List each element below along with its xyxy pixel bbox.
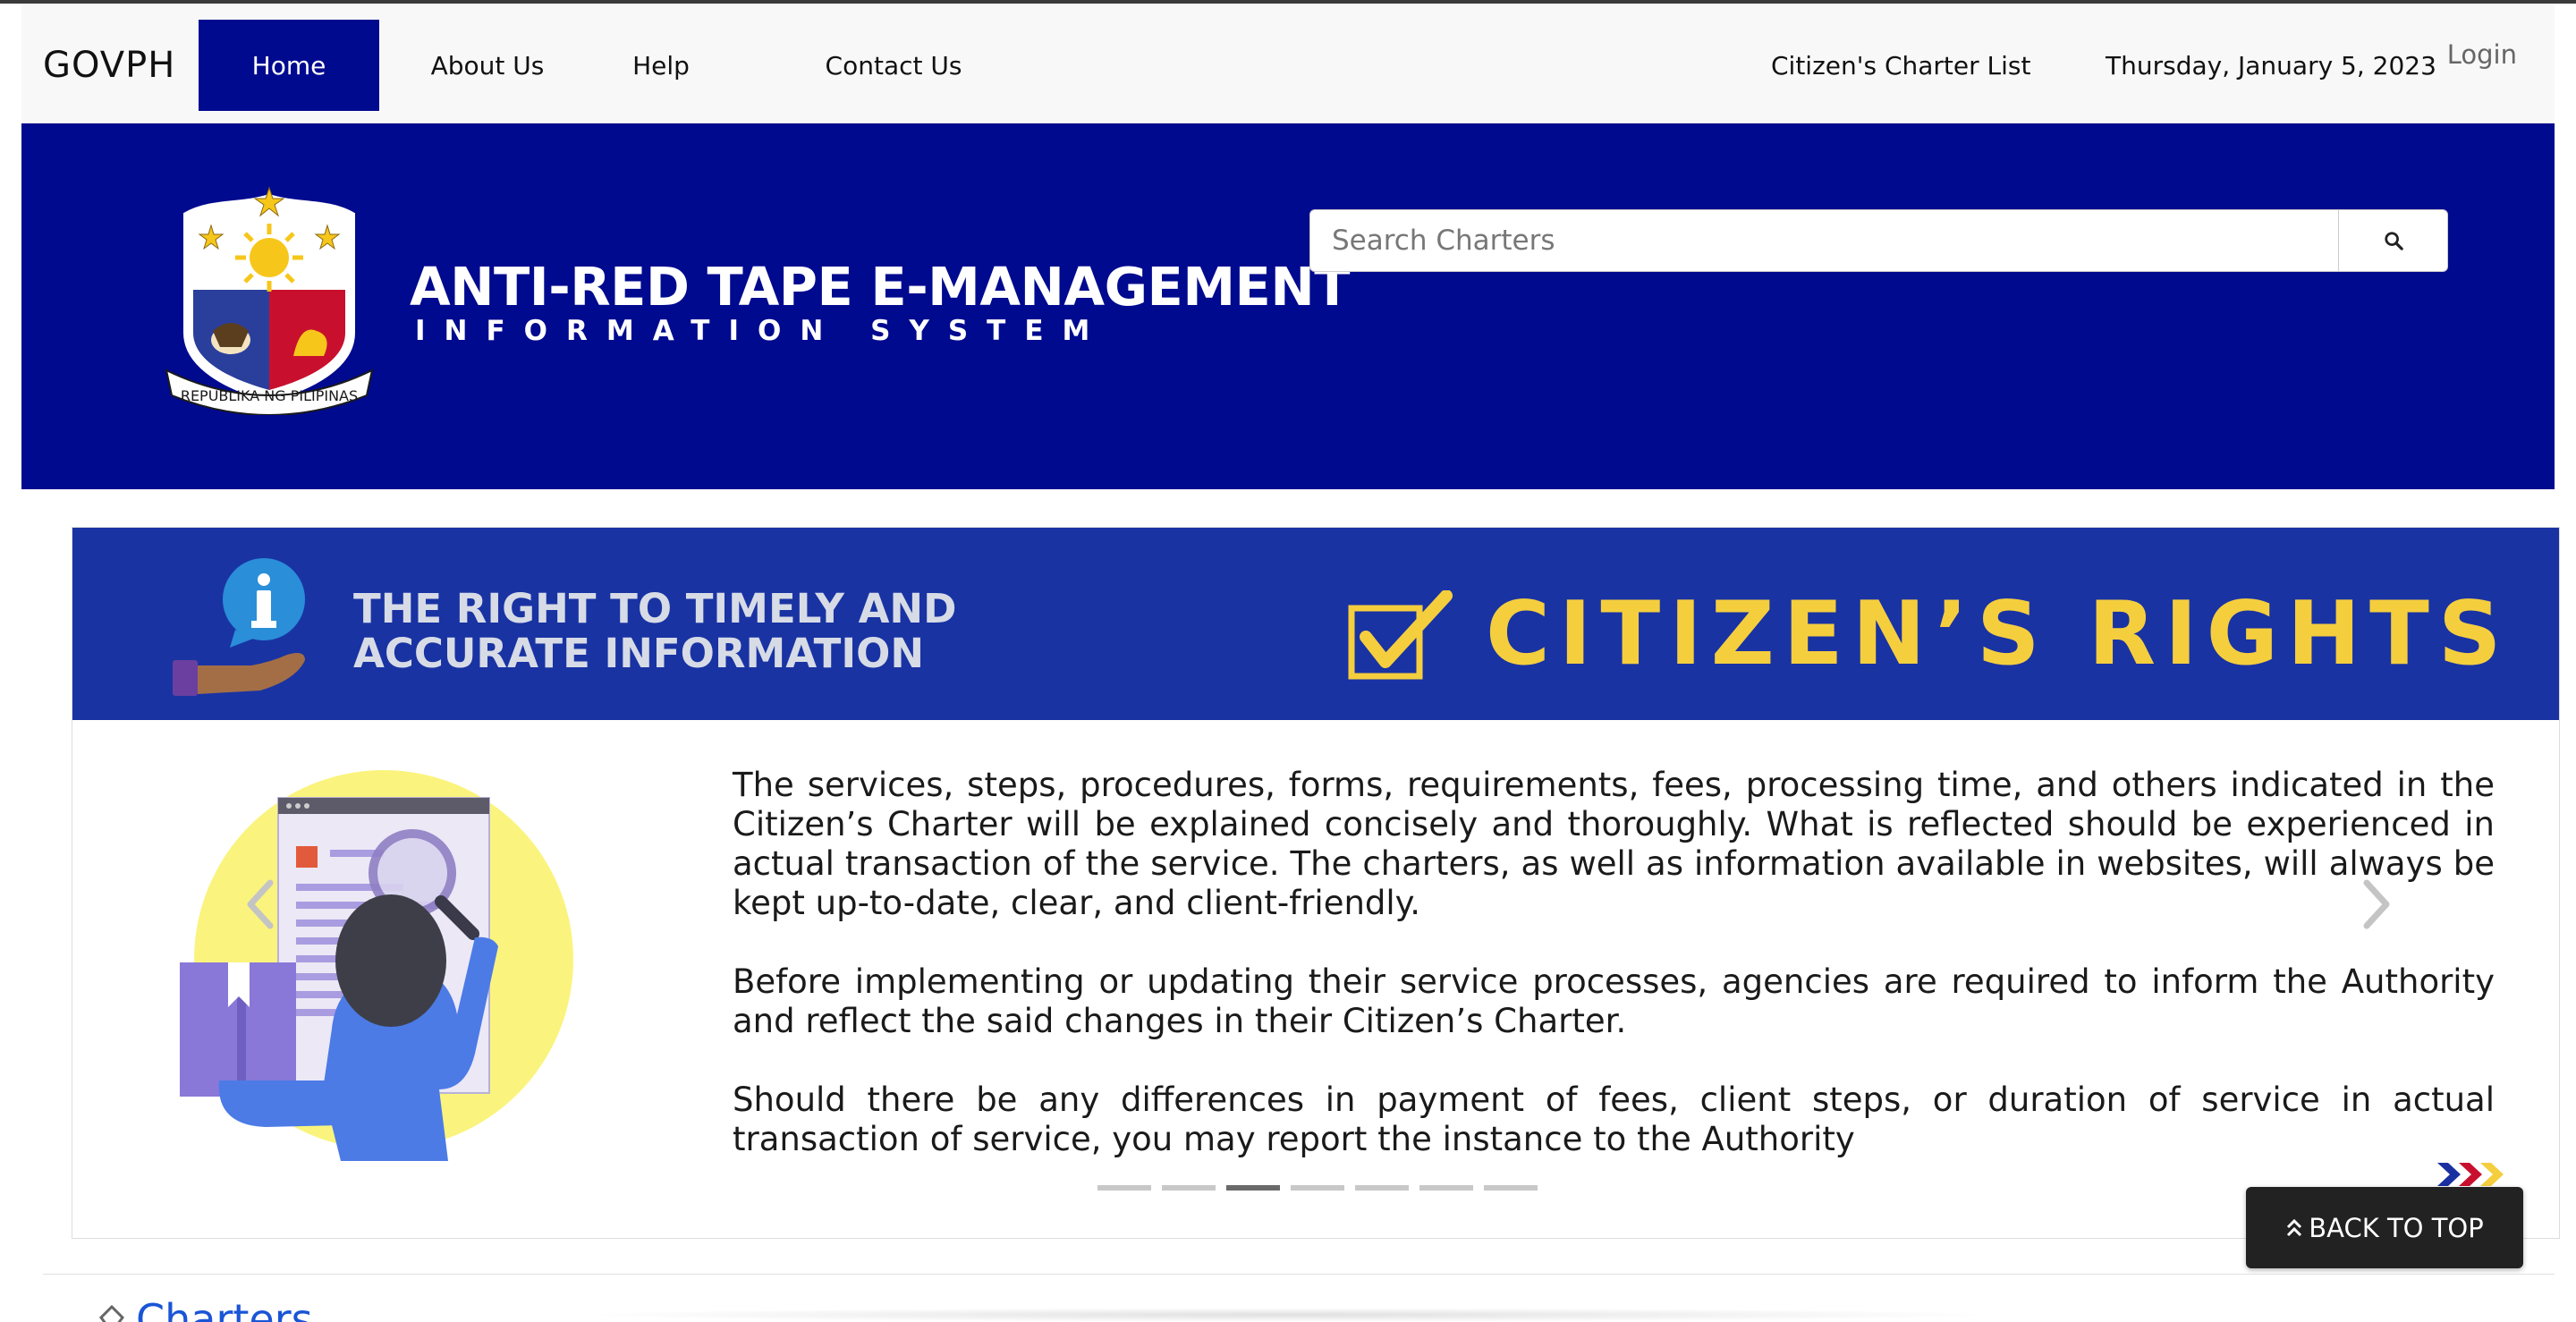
document-search-illustration (180, 770, 573, 1161)
carousel-indicator-1[interactable] (1097, 1185, 1151, 1191)
back-to-top-label: BACK TO TOP (2309, 1212, 2484, 1243)
search-button[interactable] (2339, 209, 2448, 272)
nav-home[interactable]: Home (199, 20, 379, 111)
carousel-indicator-4[interactable] (1291, 1185, 1344, 1191)
bottom-shadow (572, 1308, 2004, 1322)
carousel-indicators (1097, 1185, 1538, 1191)
chevron-left-icon (247, 879, 274, 929)
double-chevron-up-icon (2285, 1217, 2303, 1239)
back-to-top-button[interactable]: BACK TO TOP (2246, 1187, 2523, 1268)
carousel-next-button[interactable] (2350, 864, 2403, 945)
nav-charter-list[interactable]: Citizen's Charter List (1771, 20, 2030, 111)
slide-description: The services, steps, procedures, forms, … (733, 766, 2495, 1199)
carousel-prev-button[interactable] (233, 864, 287, 945)
charters-heading-label: Charters (136, 1295, 313, 1322)
citizens-rights-carousel: THE RIGHT TO TIMELY AND ACCURATE INFORMA… (72, 527, 2560, 1239)
site-header-banner: REPUBLIKA NG PILIPINAS ANTI-RED TAPE E-M… (21, 123, 2555, 489)
carousel-indicator-3[interactable] (1226, 1185, 1280, 1191)
charters-section-heading[interactable]: Charters (98, 1295, 313, 1322)
top-navbar: GOVPH Home About Us Help Contact Us Citi… (21, 4, 2555, 123)
info-hand-icon (173, 558, 305, 696)
chevron-right-icon (2363, 879, 2390, 929)
nav-help[interactable]: Help (594, 20, 728, 111)
login-link[interactable]: Login (2447, 39, 2517, 70)
nav-about-us[interactable]: About Us (397, 20, 578, 111)
tag-icon (99, 1304, 124, 1322)
search-input[interactable] (1309, 209, 2339, 272)
carousel-indicator-2[interactable] (1162, 1185, 1216, 1191)
carousel-indicator-5[interactable] (1355, 1185, 1409, 1191)
slide-paragraph-2: Before implementing or updating their se… (733, 962, 2495, 1040)
site-title: ANTI-RED TAPE E-MANAGEMENT (410, 256, 1350, 318)
carousel-indicator-6[interactable] (1419, 1185, 1473, 1191)
current-date: Thursday, January 5, 2023 (2106, 50, 2436, 81)
govph-brand-link[interactable]: GOVPH (43, 45, 175, 86)
slide-paragraph-3: Should there be any differences in payme… (733, 1080, 2495, 1158)
slide-title-banner: THE RIGHT TO TIMELY AND ACCURATE INFORMA… (72, 528, 2559, 720)
checkbox-checked-icon (1348, 590, 1453, 680)
section-divider (43, 1274, 2555, 1275)
svg-text:REPUBLIKA NG PILIPINAS: REPUBLIKA NG PILIPINAS (181, 387, 358, 404)
citizens-rights-label: CITIZEN’S RIGHTS (1486, 583, 2511, 685)
nav-contact-us[interactable]: Contact Us (782, 20, 1005, 111)
decorative-chevrons-icon (2437, 1163, 2504, 1186)
search-icon (2384, 232, 2403, 250)
right-title: THE RIGHT TO TIMELY AND ACCURATE INFORMA… (353, 585, 957, 677)
slide-paragraph-1: The services, steps, procedures, forms, … (733, 766, 2495, 922)
search-bar (1309, 209, 2448, 272)
site-subtitle: INFORMATION SYSTEM (415, 315, 1109, 347)
carousel-indicator-7[interactable] (1484, 1185, 1538, 1191)
philippine-seal-logo: REPUBLIKA NG PILIPINAS (165, 186, 374, 415)
